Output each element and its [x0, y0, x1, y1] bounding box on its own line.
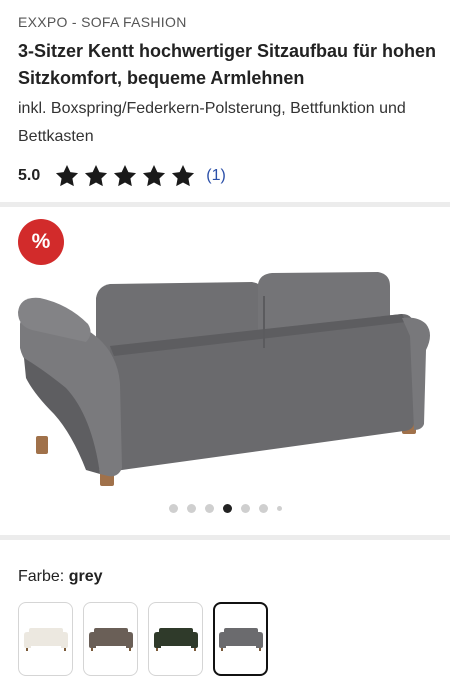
- swatch-green[interactable]: [148, 602, 203, 676]
- gallery-pagination: [0, 504, 450, 513]
- gallery-dot[interactable]: [168, 504, 178, 513]
- sofa-thumbnail: [23, 628, 68, 651]
- star-rating: [54, 163, 196, 189]
- color-label-text: Farbe:: [18, 568, 65, 585]
- swatch-cream[interactable]: [18, 602, 73, 676]
- review-count-link[interactable]: (1): [206, 167, 226, 185]
- star-icon: [114, 164, 137, 187]
- rating-summary[interactable]: 5.0 (1): [18, 162, 226, 190]
- gallery-dot-active[interactable]: [222, 504, 232, 513]
- section-divider: [0, 535, 450, 540]
- sofa-thumbnail: [153, 628, 198, 651]
- star-icon: [56, 164, 79, 187]
- product-subtitle: inkl. Boxspring/Federkern-Polsterung, Be…: [18, 100, 406, 145]
- gallery-dot[interactable]: [258, 504, 268, 513]
- gallery-dot[interactable]: [276, 506, 282, 511]
- sofa-thumbnail: [218, 628, 263, 651]
- section-divider: [0, 202, 450, 207]
- gallery-dot[interactable]: [186, 504, 196, 513]
- color-label: Farbe: grey: [18, 568, 103, 586]
- sofa-thumbnail: [88, 628, 133, 651]
- brand-name[interactable]: EXXPO - SOFA FASHION: [18, 14, 187, 30]
- color-swatches: [18, 602, 268, 676]
- star-icon: [172, 164, 195, 187]
- star-icon: [143, 164, 166, 187]
- star-icon: [85, 164, 108, 187]
- swatch-grey[interactable]: [213, 602, 268, 676]
- gallery-dot[interactable]: [240, 504, 250, 513]
- product-title: 3-Sitzer Kentt hochwertiger Sitzaufbau f…: [18, 41, 437, 88]
- product-gallery[interactable]: %: [0, 208, 450, 528]
- swatch-brown[interactable]: [83, 602, 138, 676]
- gallery-dot[interactable]: [204, 504, 214, 513]
- sofa-image[interactable]: [14, 238, 434, 488]
- selected-color-name: grey: [68, 568, 103, 585]
- rating-value: 5.0: [18, 167, 41, 184]
